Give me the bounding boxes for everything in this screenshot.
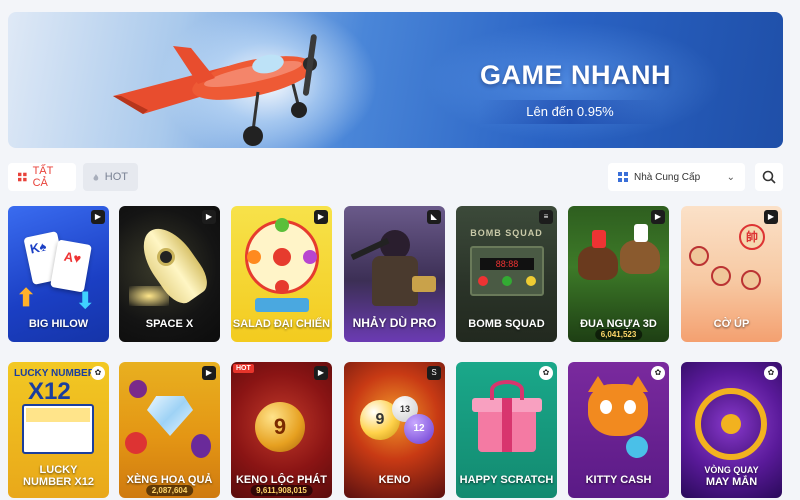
provider-icon: ◣ [427,210,441,224]
game-card-xeng-hoa-qua[interactable]: ▶ XÈNG HOA QUẢ 2,087,604 [119,362,220,498]
paw-icon: ✿ [764,366,778,380]
play-icon: ▶ [651,210,665,224]
banner-title: GAME NHANH [480,60,671,90]
promo-banner[interactable]: GAME NHANH Lên đến 0.95% [8,12,783,148]
game-card-bomb-squad[interactable]: BOMB SQUAD 88:88 ≡ BOMB SQUAD [456,206,557,342]
game-card-co-up[interactable]: 帥 ▶ CỜ ÚP [681,206,782,342]
provider-icon: S [427,366,441,380]
game-title-line1: LUCKY [39,464,78,476]
game-card-happy-scratch[interactable]: ✿ HAPPY SCRATCH [456,362,557,498]
play-icon: ▶ [91,210,105,224]
play-icon: ▶ [314,210,328,224]
game-card-space-x[interactable]: ▶ SPACE X [119,206,220,342]
play-icon: ▶ [764,210,778,224]
game-card-salad-dai-chien[interactable]: ▶ SALAD ĐẠI CHIẾN [231,206,332,342]
game-title: HAPPY SCRATCH [459,474,554,486]
chevron-down-icon: ⌄ [726,171,735,183]
banner-subtitle: Lên đến 0.95% [478,100,662,124]
game-title: KITTY CASH [585,474,652,486]
play-icon: ▶ [202,210,216,224]
game-title: BIG HILOW [28,318,89,330]
game-title-line2: MAY MẮN [705,476,758,488]
game-title-line1: VÒNG QUAY [704,465,759,475]
game-title: LUCKY NUMBER X12 [8,464,109,488]
grid-icon [18,172,27,182]
game-title-line2: NUMBER X12 [23,476,94,488]
game-title: KENO [378,474,411,486]
airplane-illustration [113,34,317,146]
lucky-badge-big: X12 [28,378,71,405]
game-card-keno-loc-phat[interactable]: 9 HOT ▶ KENO LỘC PHÁT 9,611,908,015 [231,362,332,498]
provider-icon: ≡ [539,210,553,224]
paw-icon: ✿ [651,366,665,380]
paw-icon: ✿ [539,366,553,380]
game-card-kitty-cash[interactable]: ✿ KITTY CASH [568,362,669,498]
search-button[interactable] [755,163,783,191]
game-title: CỜ ÚP [713,318,750,330]
game-title: SPACE X [145,318,194,330]
provider-select-label: Nhà Cung Cấp [634,171,701,183]
game-title: VÒNG QUAY MAY MẮN [681,464,782,488]
game-card-big-hilow[interactable]: K♠ A♥ ⬆ ⬇ ▶ BIG HILOW [8,206,109,342]
play-icon: ▶ [202,366,216,380]
game-title: BOMB SQUAD [468,318,545,330]
game-card-nhay-du-pro[interactable]: ◣ NHẢY DÙ PRO [344,206,445,342]
provider-select[interactable]: Nhà Cung Cấp ⌄ [608,163,745,191]
jackpot-amount: 6,041,523 [594,329,643,340]
game-title: SALAD ĐẠI CHIẾN [232,318,331,330]
apps-icon [618,172,628,182]
game-card-lucky-number-x12[interactable]: LUCKY NUMBER X12 ✿ LUCKY NUMBER X12 [8,362,109,498]
tab-hot-label: HOT [104,171,128,183]
game-card-dua-ngua-3d[interactable]: ▶ ĐUA NGỰA 3D 6,041,523 [568,206,669,342]
game-card-keno[interactable]: 9 13 12 S KENO [344,362,445,498]
flame-icon [93,173,99,181]
game-title: NHẢY DÙ PRO [352,316,437,330]
search-icon [762,170,776,184]
tab-all-label: TẤT CẢ [32,165,54,189]
play-icon: ▶ [314,366,328,380]
jackpot-amount: 2,087,604 [145,485,194,496]
jackpot-amount: 9,611,908,015 [250,485,313,496]
tab-hot[interactable]: HOT [83,163,138,191]
game-card-vong-quay-may-man[interactable]: ✿ VÒNG QUAY MAY MẮN [681,362,782,498]
paw-icon: ✿ [91,366,105,380]
tab-all[interactable]: TẤT CẢ [8,163,76,191]
hot-badge: HOT [233,364,254,373]
